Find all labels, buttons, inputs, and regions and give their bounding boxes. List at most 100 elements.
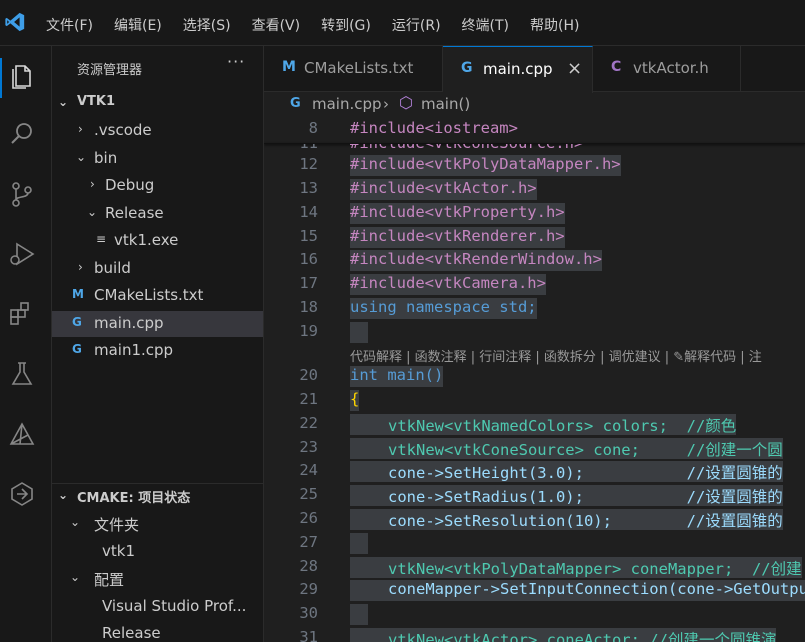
cmake-file-icon: M <box>282 59 296 75</box>
extensions-icon[interactable] <box>6 298 38 330</box>
cmake-item-vs-profile[interactable]: Visual Studio Prof... <box>52 594 263 620</box>
tree-item-label: vtk1 <box>102 542 135 560</box>
tree-item-release[interactable]: ⌄ Release <box>52 201 263 227</box>
menu-go[interactable]: 转到(G) <box>321 15 371 35</box>
menu-selection[interactable]: 选择(S) <box>183 15 231 35</box>
tab-label: main.cpp <box>483 60 553 78</box>
tree-item-cmakelists[interactable]: M CMakeLists.txt <box>52 283 263 309</box>
code-text: cone->SetRadius(1.0); //设置圆锥的 <box>350 485 783 506</box>
tree-item-vtk1-exe[interactable]: ≡ vtk1.exe <box>52 228 263 254</box>
code-text: cone->SetResolution(10); //设置圆锥的 <box>350 509 783 530</box>
line-number: 21 <box>299 390 318 408</box>
cpp-file-icon: G <box>290 96 301 111</box>
menu-edit[interactable]: 编辑(E) <box>114 15 162 35</box>
line-number: 11 <box>264 144 318 152</box>
line-number: 30 <box>299 604 318 622</box>
breadcrumb-separator: › <box>383 95 389 113</box>
code-text: #include<iostream> <box>350 119 518 137</box>
tree-item-build[interactable]: › build <box>52 256 263 282</box>
line-number: 20 <box>299 366 318 384</box>
code-text: using namespace std; <box>350 298 537 319</box>
cmake-item-folder[interactable]: ⌄ 文件夹 <box>52 511 263 537</box>
code-line: 17 #include<vtkCamera.h> <box>264 271 805 295</box>
menu-view[interactable]: 查看(V) <box>252 15 301 35</box>
cmake-item-release[interactable]: Release <box>52 621 263 642</box>
code-line: 23 vtkNew<vtkConeSource> cone; //创建一个圆 <box>264 435 805 459</box>
cmake-icon[interactable] <box>6 418 38 450</box>
line-number: 22 <box>299 414 318 432</box>
line-number: 26 <box>299 509 318 527</box>
menu-terminal[interactable]: 终端(T) <box>462 15 509 35</box>
code-line-partial: 11 #include<vtkConeSource.h> <box>264 144 805 152</box>
line-number: 23 <box>299 438 318 456</box>
line-number: 8 <box>308 119 318 137</box>
menu-help[interactable]: 帮助(H) <box>530 15 579 35</box>
cube-symbol-icon: ⬡ <box>399 93 413 112</box>
line-number: 19 <box>299 322 318 340</box>
editor-tab-bar: M CMakeLists.txt G main.cpp × C vtkActor… <box>264 46 805 93</box>
cmake-item-vtk1[interactable]: vtk1 <box>52 539 263 565</box>
chevron-down-icon: ⌄ <box>58 488 69 502</box>
tree-item-label: main1.cpp <box>94 341 174 359</box>
chevron-down-icon: ⌄ <box>58 95 69 109</box>
line-number: 28 <box>299 557 318 575</box>
close-icon[interactable]: × <box>567 58 582 79</box>
chevron-down-icon: ⌄ <box>87 205 98 219</box>
cmake-panel-header[interactable]: ⌄ CMAKE: 项目状态 <box>52 484 263 510</box>
activity-bar <box>0 46 52 642</box>
cpp-file-icon: G <box>72 342 82 356</box>
more-actions-icon[interactable]: ··· <box>227 52 245 71</box>
tree-item-label: bin <box>94 149 118 167</box>
tab-cmakelists[interactable]: M CMakeLists.txt <box>264 46 443 92</box>
cmake-item-config[interactable]: ⌄ 配置 <box>52 566 263 592</box>
chevron-down-icon: ⌄ <box>70 515 81 529</box>
line-number: 14 <box>299 203 318 221</box>
explorer-icon[interactable] <box>6 60 38 92</box>
line-number: 12 <box>299 155 318 173</box>
chevron-right-icon: › <box>90 177 95 191</box>
code-line: 28 vtkNew<vtkPolyDataMapper> coneMapper;… <box>264 554 805 578</box>
tree-root-vtk1[interactable]: ⌄ VTK1 <box>52 91 263 117</box>
tree-item-label: CMakeLists.txt <box>94 286 204 304</box>
remote-icon[interactable] <box>6 478 38 510</box>
breadcrumb-symbol[interactable]: main() <box>421 95 470 113</box>
title-bar: 文件(F) 编辑(E) 选择(S) 查看(V) 转到(G) 运行(R) 终端(T… <box>0 0 805 46</box>
code-text: vtkNew<vtkNamedColors> colors; //颜色 <box>350 414 737 435</box>
code-line: 13 #include<vtkActor.h> <box>264 176 805 200</box>
tab-label: vtkActor.h <box>633 59 709 77</box>
code-line: 30 <box>264 601 805 625</box>
cpp-file-icon: G <box>72 315 82 329</box>
tree-item-label: Release <box>102 624 161 642</box>
chevron-down-icon: ⌄ <box>70 570 81 584</box>
tree-item-main1-cpp[interactable]: G main1.cpp <box>52 338 263 364</box>
line-number: 13 <box>299 179 318 197</box>
code-line: 27 <box>264 530 805 554</box>
tree-item-debug[interactable]: › Debug <box>52 173 263 199</box>
testing-icon[interactable] <box>6 358 38 390</box>
code-text: #include<vtkConeSource.h> <box>350 144 583 152</box>
code-text <box>350 322 368 343</box>
code-text: int main() <box>350 366 444 387</box>
tree-item-vscode[interactable]: › .vscode <box>52 118 263 144</box>
line-number: 31 <box>299 628 318 642</box>
menu-file[interactable]: 文件(F) <box>46 15 93 35</box>
code-text: #include<vtkActor.h> <box>350 179 537 200</box>
tab-vtkactor-h[interactable]: C vtkActor.h <box>593 46 741 92</box>
tab-main-cpp[interactable]: G main.cpp × <box>443 46 593 93</box>
menu-run[interactable]: 运行(R) <box>392 15 441 35</box>
code-line: 26 cone->SetResolution(10); //设置圆锥的 <box>264 506 805 530</box>
line-number: 24 <box>299 461 318 479</box>
line-number: 15 <box>299 227 318 245</box>
tree-item-main-cpp[interactable]: G main.cpp <box>52 311 263 337</box>
breadcrumb-file[interactable]: main.cpp <box>312 95 382 113</box>
active-indicator <box>0 58 2 98</box>
source-control-icon[interactable] <box>6 178 38 210</box>
code-text: { <box>350 390 360 411</box>
code-editor[interactable]: 8 #include<iostream> 12 #include<vtkPoly… <box>264 116 805 642</box>
search-icon[interactable] <box>6 118 38 150</box>
code-line: 16 #include<vtkRenderWindow.h> <box>264 247 805 271</box>
run-debug-icon[interactable] <box>6 238 38 270</box>
code-text <box>350 604 368 625</box>
line-number: 18 <box>299 298 318 316</box>
tree-item-bin[interactable]: ⌄ bin <box>52 146 263 172</box>
